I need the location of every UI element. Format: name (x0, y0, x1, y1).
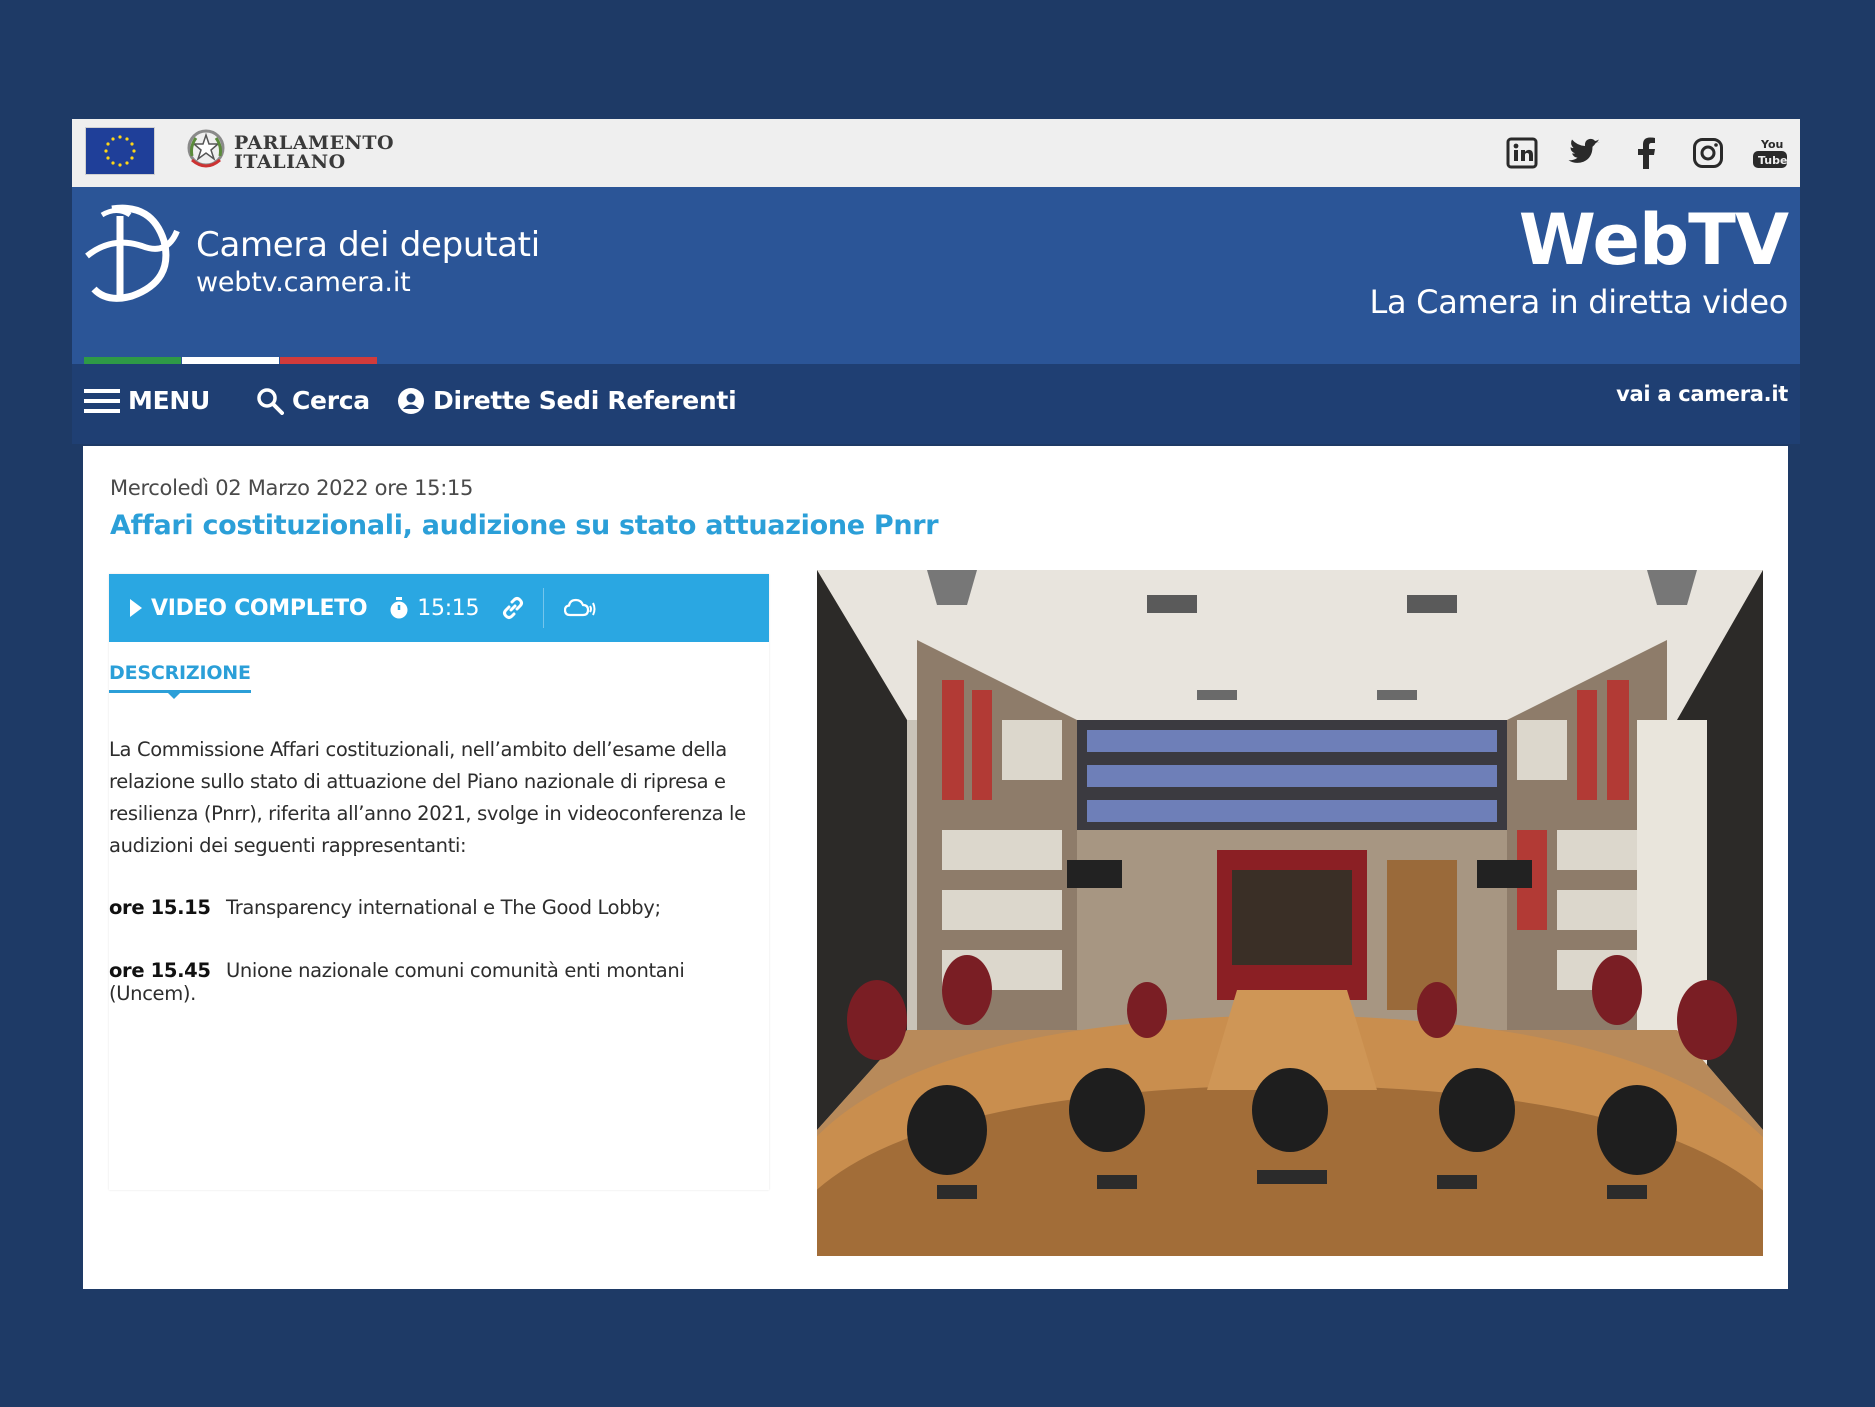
vai-a-camera-link[interactable]: vai a camera.it (1616, 382, 1788, 406)
webtv-page: PARLAMENTO ITALIANO You Tube Camera dei … (72, 119, 1800, 1289)
user-circle-icon (398, 387, 424, 414)
menu-label: MENU (128, 386, 210, 415)
parlamento-text: PARLAMENTO ITALIANO (234, 132, 395, 173)
camera-title: Camera dei deputati (196, 225, 540, 265)
copy-link-button[interactable] (501, 596, 525, 620)
duration-value: 15:15 (417, 595, 480, 621)
menu-button[interactable]: MENU (84, 386, 210, 415)
duration-display: 15:15 (389, 595, 480, 621)
svg-text:You: You (1760, 138, 1783, 151)
facebook-icon[interactable] (1628, 135, 1664, 171)
schedule-item: ore 15.15 Transparency international e Th… (109, 896, 661, 919)
dirette-sedi-referenti-link[interactable]: Dirette Sedi Referenti (397, 386, 737, 415)
tab-active-indicator (167, 692, 181, 699)
svg-text:Tube: Tube (1758, 154, 1787, 167)
linkedin-icon[interactable] (1504, 135, 1540, 171)
eu-flag-icon (85, 127, 155, 175)
repubblica-emblem-icon (187, 129, 225, 168)
schedule-text: Transparency international e The Good Lo… (226, 896, 661, 919)
video-toolbar: VIDEO COMPLETO 15:15 (109, 574, 769, 642)
search-button[interactable]: Cerca (256, 386, 370, 415)
tab-descrizione[interactable]: DESCRIZIONE (109, 662, 251, 693)
video-completo-button[interactable]: VIDEO COMPLETO (129, 595, 368, 621)
camera-deputati-logo-icon[interactable] (82, 201, 182, 311)
schedule-time: ore 15.45 (109, 959, 211, 982)
committee-room-photo (817, 570, 1763, 1256)
webtv-subtitle: La Camera in diretta video (1369, 283, 1788, 321)
search-icon (257, 387, 284, 415)
site-header: Camera dei deputati webtv.camera.it WebT… (72, 187, 1800, 364)
video-completo-label: VIDEO COMPLETO (151, 595, 368, 621)
event-date: Mercoledì 02 Marzo 2022 ore 15:15 (110, 476, 474, 500)
twitter-icon[interactable] (1566, 135, 1602, 171)
event-card: Mercoledì 02 Marzo 2022 ore 15:15 Affari… (83, 446, 1788, 1289)
stopwatch-icon (390, 597, 408, 619)
top-bar: PARLAMENTO ITALIANO You Tube (72, 119, 1800, 187)
link-icon (503, 597, 524, 619)
social-links: You Tube (1504, 133, 1788, 173)
webtv-title: WebTV (1518, 199, 1789, 281)
event-details-panel: VIDEO COMPLETO 15:15 DESCRIZIONE La Comm… (109, 574, 769, 1190)
camera-url: webtv.camera.it (196, 267, 411, 298)
play-icon (130, 599, 142, 617)
schedule-item: ore 15.45 Unione nazionale comuni comunit… (109, 959, 769, 1005)
toolbar-divider (543, 588, 545, 628)
italian-tricolor-stripe (84, 357, 378, 364)
cloud-audio-icon (564, 598, 596, 617)
event-title[interactable]: Affari costituzionali, audizione su stat… (110, 510, 939, 541)
schedule-time: ore 15.15 (109, 896, 211, 919)
hamburger-icon (84, 388, 120, 413)
audio-stream-button[interactable] (564, 597, 596, 619)
dirette-label: Dirette Sedi Referenti (433, 386, 737, 415)
main-nav: MENU Cerca Dirette Sedi Referenti vai a … (72, 364, 1800, 444)
youtube-icon[interactable]: You Tube (1752, 135, 1788, 171)
search-label: Cerca (292, 386, 370, 415)
event-description: La Commissione Affari costituzionali, ne… (109, 738, 746, 857)
instagram-icon[interactable] (1690, 135, 1726, 171)
parlamento-italiano-logo[interactable]: PARLAMENTO ITALIANO (184, 126, 404, 176)
